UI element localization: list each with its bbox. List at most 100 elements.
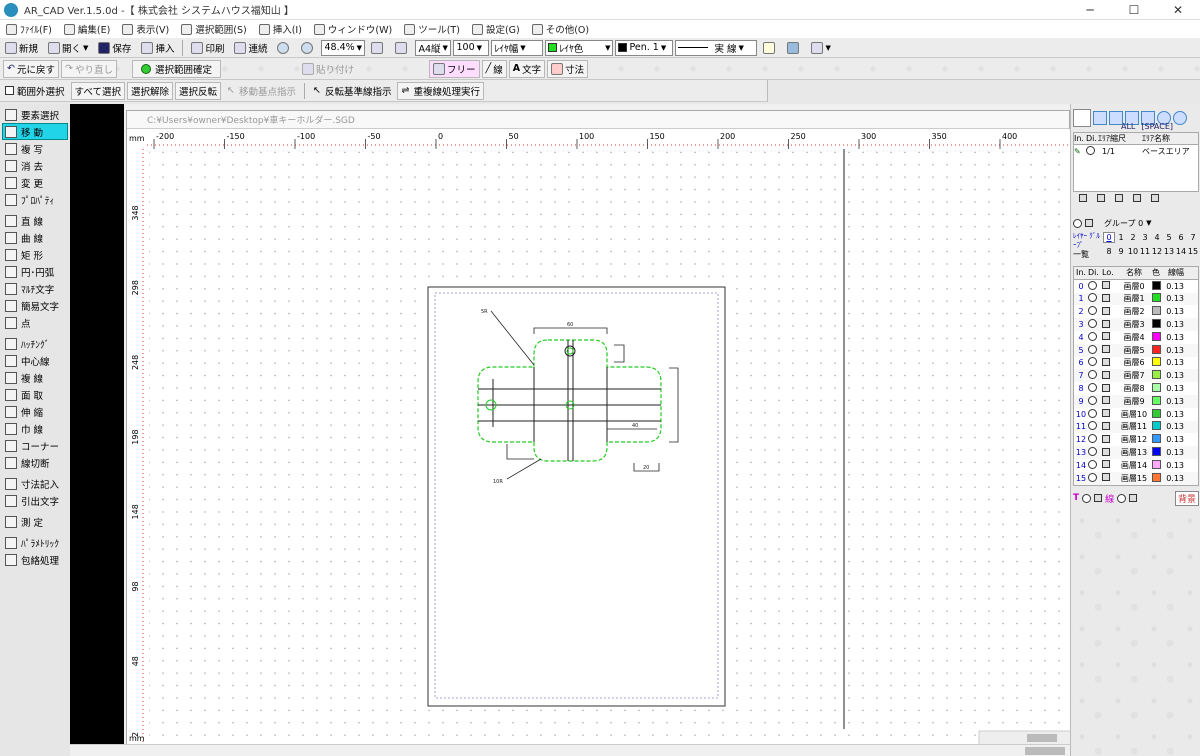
- color-source-select[interactable]: ﾚｲﾔ色 ▼: [545, 39, 614, 56]
- paper-button[interactable]: [391, 39, 413, 57]
- lock-icon[interactable]: [1102, 332, 1110, 341]
- tool-parametric[interactable]: ﾊﾟﾗﾒﾄﾘｯｸ: [2, 534, 68, 551]
- tool-dimension[interactable]: 寸法記入: [2, 475, 68, 492]
- pan-button[interactable]: [367, 39, 389, 57]
- insert-button[interactable]: 挿入: [137, 39, 178, 57]
- outside-select-checkbox[interactable]: 範囲外選択: [1, 82, 69, 100]
- tool-rect[interactable]: 矩 形: [2, 246, 68, 263]
- tool-curve[interactable]: 曲 線: [2, 229, 68, 246]
- tool-offset[interactable]: 複 線: [2, 369, 68, 386]
- flip-base-button[interactable]: ↖ 反転基準線指示: [309, 82, 395, 100]
- layer-row[interactable]: 4 画層4 0.13: [1074, 331, 1198, 344]
- layer-color-swatch[interactable]: [1152, 280, 1161, 290]
- eye-icon[interactable]: [1088, 408, 1097, 418]
- menu-insert[interactable]: 挿入(I): [253, 20, 308, 38]
- lock-icon[interactable]: [1102, 447, 1110, 456]
- layer-group-6-button[interactable]: 6: [1175, 232, 1187, 243]
- layer-row[interactable]: 14 画層14 0.13: [1074, 459, 1198, 472]
- layer-group-7-button[interactable]: 7: [1187, 232, 1199, 243]
- eye-icon[interactable]: [1088, 280, 1097, 290]
- maximize-button[interactable]: ☐: [1112, 0, 1156, 20]
- layer-color-swatch[interactable]: [1152, 306, 1161, 316]
- paper-size-select[interactable]: A4縦 ▼: [415, 39, 452, 56]
- grid-button[interactable]: [759, 39, 781, 57]
- layer-color-swatch[interactable]: [1152, 370, 1161, 380]
- layer-row[interactable]: 8 画層8 0.13: [1074, 382, 1198, 395]
- lock-icon[interactable]: [1102, 434, 1110, 443]
- layer-color-swatch[interactable]: [1152, 472, 1161, 482]
- group-selector[interactable]: グループ 0 ▼: [1073, 216, 1199, 230]
- layer-color-swatch[interactable]: [1152, 459, 1161, 469]
- layer-group-1-button[interactable]: 1: [1115, 232, 1127, 243]
- layer-group-2-button[interactable]: 2: [1127, 232, 1139, 243]
- layer-row[interactable]: 13 画層13 0.13: [1074, 446, 1198, 459]
- area-add-icon[interactable]: [1079, 194, 1087, 202]
- scrollbar-thumb[interactable]: [1025, 747, 1065, 755]
- layer-row[interactable]: 6 画層6 0.13: [1074, 357, 1198, 370]
- layer-group-4-button[interactable]: 4: [1151, 232, 1163, 243]
- layer-row[interactable]: 15 画層15 0.13: [1074, 471, 1198, 485]
- text-toggle[interactable]: T: [1073, 493, 1079, 503]
- window-mode-button[interactable]: ▼: [807, 39, 834, 57]
- layer-color-swatch[interactable]: [1152, 331, 1161, 341]
- layer-row[interactable]: 2 画層2 0.13: [1074, 305, 1198, 318]
- eye-icon[interactable]: [1088, 472, 1097, 482]
- eye-icon[interactable]: [1088, 383, 1097, 393]
- lock-icon[interactable]: [1102, 357, 1110, 366]
- layer-row[interactable]: 0 画層0 0.13: [1074, 280, 1198, 293]
- close-button[interactable]: ✕: [1156, 0, 1200, 20]
- layer-group-5-button[interactable]: 5: [1163, 232, 1175, 243]
- lock-icon[interactable]: [1102, 383, 1110, 392]
- canvas-hscroll[interactable]: [978, 730, 1071, 745]
- new-button[interactable]: 新規: [1, 39, 42, 57]
- mode-free-button[interactable]: フリー: [429, 59, 480, 78]
- select-all-button[interactable]: すべて選択: [70, 81, 125, 100]
- background-toggle[interactable]: 背景: [1174, 490, 1199, 506]
- menu-tool[interactable]: ツール(T): [398, 20, 466, 38]
- zoom-in-button[interactable]: [273, 39, 295, 57]
- eye-icon[interactable]: [1088, 331, 1097, 341]
- lock-icon[interactable]: [1102, 460, 1110, 469]
- eye-icon[interactable]: [1088, 459, 1097, 469]
- move-base-button[interactable]: ↖ 移動基点指示: [223, 82, 300, 100]
- mode-dimension-button[interactable]: 寸法: [547, 59, 589, 78]
- tool-centerline[interactable]: 中心線: [2, 352, 68, 369]
- tool-move[interactable]: 移 動: [2, 123, 68, 140]
- tool-change[interactable]: 変 更: [2, 174, 68, 191]
- tool-chamfer[interactable]: 面 取: [2, 386, 68, 403]
- tool-widthline[interactable]: 巾 線: [2, 420, 68, 437]
- tool-circle[interactable]: 円･円弧: [2, 263, 68, 280]
- snap-grid-icon[interactable]: [1093, 111, 1107, 125]
- layer-color-swatch[interactable]: [1152, 408, 1161, 418]
- horizontal-scrollbar[interactable]: [70, 744, 1070, 756]
- layer-color-swatch[interactable]: [1152, 395, 1161, 405]
- area-delete-icon[interactable]: [1151, 194, 1159, 202]
- print-button[interactable]: 印刷: [187, 39, 228, 57]
- lock-icon[interactable]: [1102, 345, 1110, 354]
- paste-button[interactable]: 貼り付け: [298, 60, 358, 78]
- layer-color-swatch[interactable]: [1152, 293, 1161, 303]
- lock-icon[interactable]: [1102, 473, 1110, 482]
- screen-button[interactable]: [783, 39, 805, 57]
- layer-row[interactable]: 5 画層5 0.13: [1074, 343, 1198, 357]
- tool-point[interactable]: 点: [2, 314, 68, 331]
- tool-envelope[interactable]: 包絡処理: [2, 551, 68, 568]
- eye-icon[interactable]: [1088, 306, 1097, 316]
- layer-row[interactable]: 1 画層1 0.13: [1074, 292, 1198, 306]
- area-edit-icon[interactable]: [1133, 194, 1141, 202]
- pen-select[interactable]: Pen. 1 ▼: [615, 39, 674, 56]
- tool-select[interactable]: 要素選択: [2, 106, 68, 123]
- lock-icon[interactable]: [1102, 421, 1110, 430]
- lock-icon[interactable]: [1102, 370, 1110, 379]
- eye-icon[interactable]: [1088, 319, 1097, 329]
- invert-selection-button[interactable]: 選択反転: [175, 81, 222, 100]
- tool-measure[interactable]: 測 定: [2, 513, 68, 530]
- line-toggle[interactable]: 線: [1105, 492, 1114, 505]
- tool-copy[interactable]: 複 写: [2, 140, 68, 157]
- minimize-button[interactable]: ─: [1068, 0, 1112, 20]
- layer-list-button[interactable]: 一覧: [1073, 249, 1199, 260]
- layer-row[interactable]: 12 画層12 0.13: [1074, 433, 1198, 446]
- layer-color-swatch[interactable]: [1152, 319, 1161, 329]
- layer-row[interactable]: 7 画層7 0.13: [1074, 369, 1198, 383]
- lock-icon[interactable]: [1102, 319, 1110, 328]
